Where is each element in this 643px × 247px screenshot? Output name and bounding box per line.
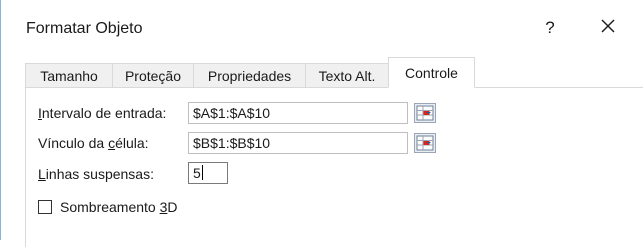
close-icon (601, 19, 615, 33)
tab-controle[interactable]: Controle (388, 57, 475, 88)
tab-label: Controle (405, 65, 458, 81)
help-button[interactable]: ? (539, 15, 561, 41)
input-range-ref-button[interactable] (414, 103, 436, 123)
tab-protecao[interactable]: Proteção (112, 63, 194, 87)
tab-label: Propriedades (207, 68, 292, 84)
collapse-dialog-icon (414, 133, 436, 153)
shading-3d-label[interactable]: Sombreamento 3D (60, 199, 178, 215)
dropdown-lines-value: 5 (193, 165, 201, 181)
tab-propriedades[interactable]: Propriedades (193, 63, 306, 87)
dialog-title: Formatar Objeto (26, 20, 143, 37)
cell-link-label: Vínculo da célula: (38, 135, 149, 151)
dropdown-lines-label: Linhas suspensas: (38, 166, 154, 182)
dropdown-lines-field[interactable]: 5 (188, 162, 228, 184)
tab-tamanho[interactable]: Tamanho (25, 63, 113, 87)
dropdown-lines-label-accesskey: L (38, 166, 46, 182)
tab-label: Tamanho (40, 68, 98, 84)
help-icon: ? (545, 18, 555, 37)
shading-3d-checkbox[interactable] (38, 200, 52, 214)
cell-link-label-accesskey: c (108, 135, 116, 151)
collapse-dialog-icon (414, 103, 436, 123)
text-caret (201, 165, 203, 180)
close-button[interactable] (593, 15, 623, 41)
dialog-titlebar: Formatar Objeto ? (1, 0, 643, 56)
tab-label: Proteção (124, 68, 182, 84)
format-object-dialog: Formatar Objeto ? Tamanho Proteção Propr… (0, 0, 643, 247)
cell-link-ref-button[interactable] (414, 133, 436, 153)
input-range-label: Intervalo de entrada: (38, 105, 167, 121)
input-range-field[interactable]: $A$1:$A$10 (188, 102, 408, 124)
cell-link-field[interactable]: $B$1:$B$10 (188, 132, 408, 154)
tab-label: Texto Alt. (318, 68, 376, 84)
tab-texto-alt[interactable]: Texto Alt. (305, 63, 389, 87)
